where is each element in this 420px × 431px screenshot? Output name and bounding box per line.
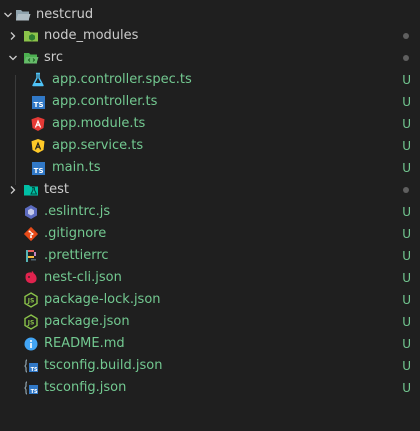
untracked-badge: U (402, 139, 411, 153)
tree-item-app-controller[interactable]: TS app.controller.ts U (0, 91, 420, 113)
untracked-badge: U (402, 161, 411, 175)
tree-item-label: node_modules (44, 28, 139, 43)
tsconfig-icon: TS (23, 380, 39, 396)
tree-item-tsconfig[interactable]: TS tsconfig.json U (0, 377, 420, 399)
tree-item-src[interactable]: src (0, 47, 420, 69)
src-folder-icon (23, 50, 39, 66)
untracked-badge: U (402, 381, 411, 395)
explorer-root-folder[interactable]: nestcrud (0, 4, 420, 26)
tree-item-tsconfig-build[interactable]: TS tsconfig.build.json U (0, 355, 420, 377)
tree-item-label: app.module.ts (52, 116, 146, 131)
git-icon (23, 226, 39, 242)
tree-item-label: README.md (44, 336, 125, 351)
tsconfig-icon: TS (23, 358, 39, 374)
prettier-icon (23, 248, 39, 264)
explorer-root-label: nestcrud (36, 7, 94, 22)
typescript-icon: TS (30, 94, 46, 110)
typescript-icon: TS (30, 160, 46, 176)
tree-item-label: src (44, 50, 63, 65)
tree-item-prettierrc[interactable]: .prettierrc U (0, 245, 420, 267)
eslint-icon (23, 204, 39, 220)
untracked-badge: U (402, 249, 411, 263)
node-modules-folder-icon (23, 28, 39, 44)
modified-dot (403, 33, 409, 39)
chevron-down-icon[interactable] (1, 4, 15, 26)
modified-dot (403, 55, 409, 61)
tree-item-label: .gitignore (44, 226, 107, 241)
tree-item-eslintrc[interactable]: .eslintrc.js U (0, 201, 420, 223)
untracked-badge: U (402, 271, 411, 285)
untracked-badge: U (402, 359, 411, 373)
svg-text:TS: TS (31, 389, 38, 395)
file-explorer-tree: nestcrud node_modules src app.controller… (0, 0, 420, 431)
tree-item-label: .prettierrc (44, 248, 109, 263)
tree-item-app-controller-spec[interactable]: app.controller.spec.ts U (0, 69, 420, 91)
tree-item-node-modules[interactable]: node_modules (0, 25, 420, 47)
tree-item-label: app.service.ts (52, 138, 144, 153)
tree-item-app-module[interactable]: app.module.ts U (0, 113, 420, 135)
untracked-badge: U (402, 293, 411, 307)
tree-item-readme[interactable]: README.md U (0, 333, 420, 355)
angular-service-icon (30, 138, 46, 154)
tree-item-label: package.json (44, 314, 130, 329)
tree-item-test[interactable]: test (0, 179, 420, 201)
test-folder-icon (23, 182, 39, 198)
tree-item-nest-cli[interactable]: nest-cli.json U (0, 267, 420, 289)
tree-item-package-lock[interactable]: JS package-lock.json U (0, 289, 420, 311)
tree-item-label: test (44, 182, 69, 197)
svg-text:TS: TS (31, 367, 38, 373)
untracked-badge: U (402, 73, 411, 87)
angular-icon (30, 116, 46, 132)
untracked-badge: U (402, 95, 411, 109)
svg-text:JS: JS (27, 320, 35, 327)
untracked-badge: U (402, 227, 411, 241)
chevron-right-icon[interactable] (6, 25, 20, 47)
test-flask-icon (30, 72, 46, 88)
info-icon (23, 336, 39, 352)
tree-item-label: tsconfig.json (44, 380, 127, 395)
tree-item-label: .eslintrc.js (44, 204, 111, 219)
chevron-right-icon[interactable] (6, 179, 20, 201)
tree-item-label: tsconfig.build.json (44, 358, 163, 373)
svg-text:JS: JS (27, 298, 35, 305)
chevron-down-icon[interactable] (6, 47, 20, 69)
tree-item-package[interactable]: JS package.json U (0, 311, 420, 333)
tree-item-label: package-lock.json (44, 292, 161, 307)
nodejs-icon: JS (23, 314, 39, 330)
tree-item-label: app.controller.ts (52, 94, 158, 109)
tree-item-app-service[interactable]: app.service.ts U (0, 135, 420, 157)
tree-item-label: app.controller.spec.ts (52, 72, 192, 87)
untracked-badge: U (402, 117, 411, 131)
tree-item-label: nest-cli.json (44, 270, 122, 285)
untracked-badge: U (402, 315, 411, 329)
tree-item-gitignore[interactable]: .gitignore U (0, 223, 420, 245)
tree-item-label: main.ts (52, 160, 101, 175)
untracked-badge: U (402, 337, 411, 351)
nodejs-icon: JS (23, 292, 39, 308)
modified-dot (403, 187, 409, 193)
untracked-badge: U (402, 205, 411, 219)
folder-open-icon (15, 7, 31, 23)
tree-item-main[interactable]: TS main.ts U (0, 157, 420, 179)
nest-icon (23, 270, 39, 286)
